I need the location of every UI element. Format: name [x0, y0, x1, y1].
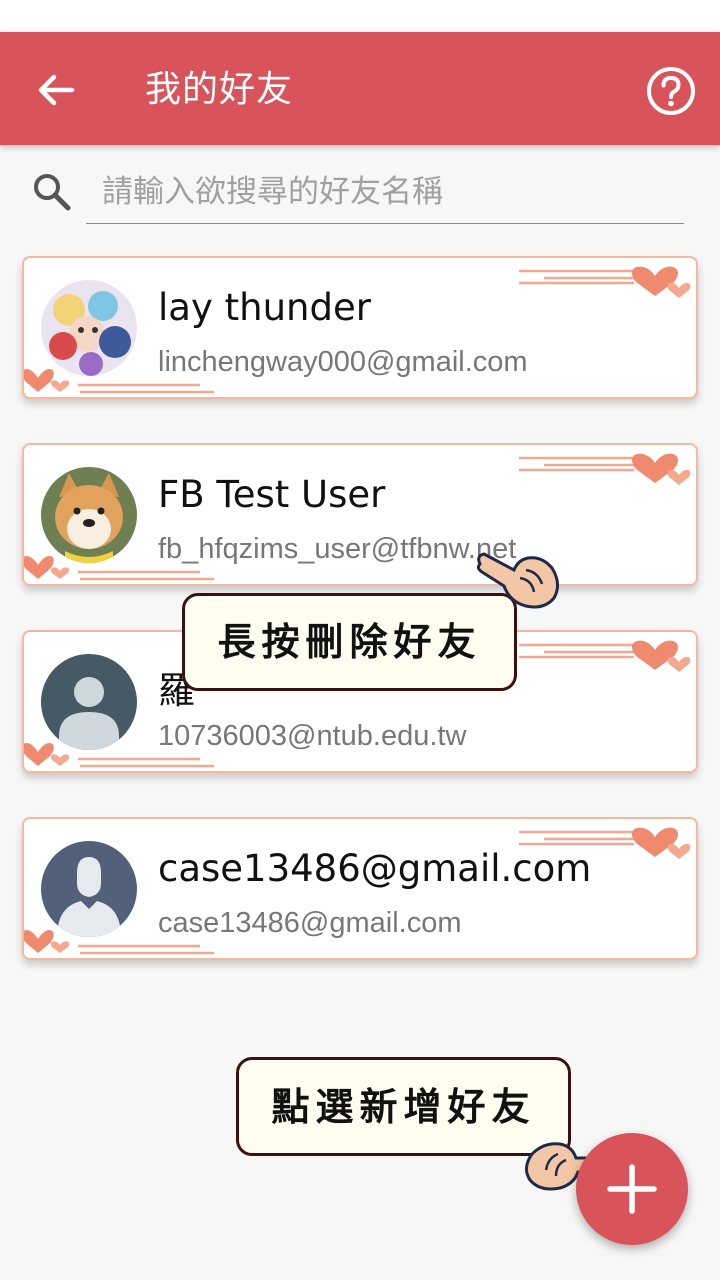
add-friend-button[interactable]	[576, 1133, 688, 1245]
friend-email: 10736003@ntub.edu.tw	[158, 720, 467, 752]
avatar	[41, 654, 137, 750]
back-button[interactable]	[30, 64, 82, 116]
search-bar	[30, 160, 685, 226]
friend-name: lay thunder	[158, 286, 371, 329]
app-bar: 我的好友	[0, 32, 720, 145]
help-button[interactable]	[644, 64, 698, 118]
friend-card[interactable]: case13486@gmail.com case13486@gmail.com	[22, 817, 698, 960]
friend-email: fb_hfqzims_user@tfbnw.net	[158, 533, 517, 565]
pointing-hand-icon	[476, 552, 559, 609]
help-circle-icon	[647, 67, 695, 115]
avatar	[41, 841, 137, 937]
friend-email: case13486@gmail.com	[158, 907, 462, 939]
friend-email: linchengway000@gmail.com	[158, 346, 528, 378]
avatar	[41, 467, 137, 563]
avatar	[41, 280, 137, 376]
long-press-delete-tooltip: 長按刪除好友	[182, 593, 517, 691]
plus-icon	[607, 1164, 657, 1214]
search-icon	[34, 174, 71, 211]
friend-card[interactable]: lay thunder linchengway000@gmail.com	[22, 256, 698, 399]
friend-name: FB Test User	[158, 473, 386, 516]
friend-name: case13486@gmail.com	[158, 847, 592, 890]
search-input[interactable]	[86, 160, 684, 224]
friend-card[interactable]: FB Test User fb_hfqzims_user@tfbnw.net	[22, 443, 698, 586]
arrow-left-icon	[38, 74, 75, 106]
status-bar	[0, 0, 720, 32]
page-title: 我的好友	[145, 69, 294, 110]
